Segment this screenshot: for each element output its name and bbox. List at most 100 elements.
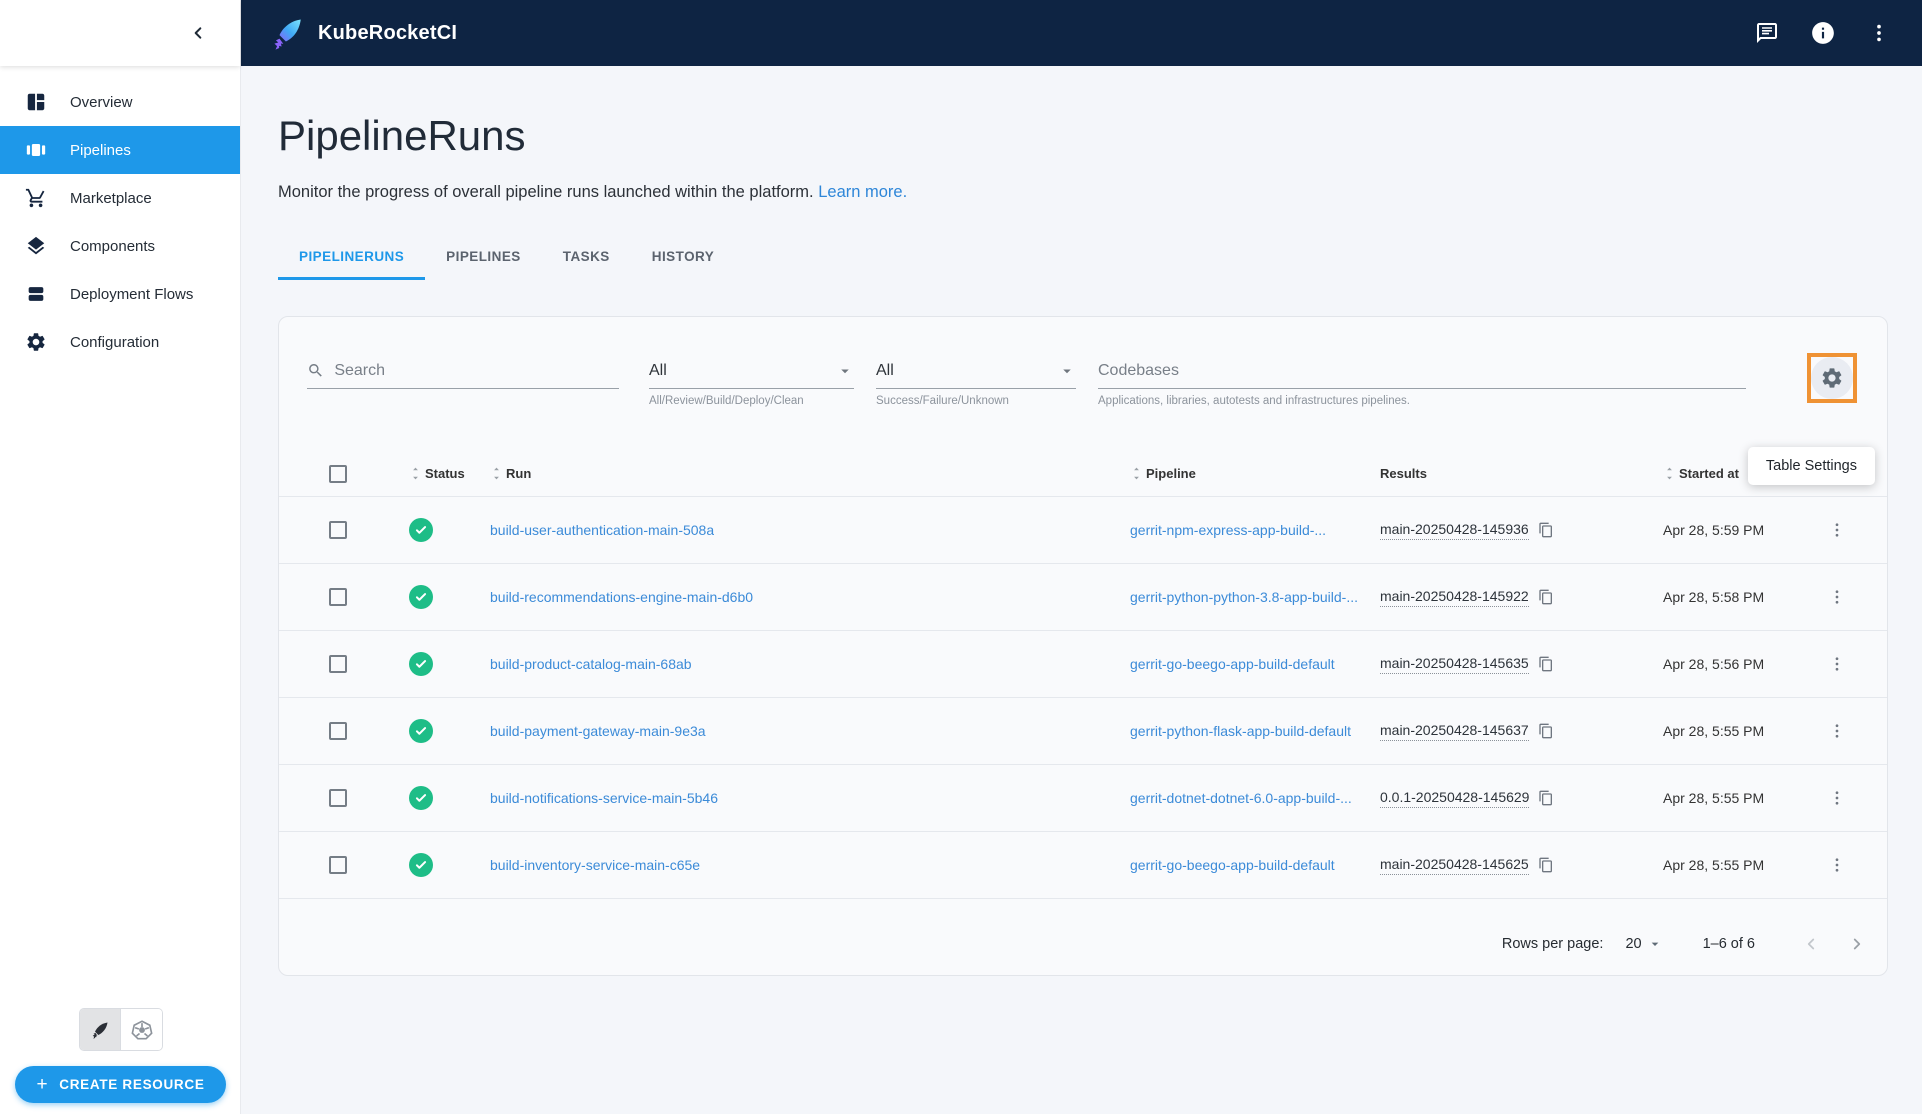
chevron-down-icon <box>1651 942 1658 946</box>
tab-pipelines[interactable]: PIPELINES <box>425 237 542 280</box>
result-value[interactable]: main-20250428-145637 <box>1380 722 1529 741</box>
copy-icon[interactable] <box>1538 790 1554 806</box>
row-checkbox[interactable] <box>329 856 347 874</box>
success-status-icon <box>409 518 433 542</box>
run-link[interactable]: build-notifications-service-main-5b46 <box>490 790 718 806</box>
sort-run-button[interactable] <box>490 466 503 481</box>
row-checkbox[interactable] <box>329 655 347 673</box>
pagination-range: 1–6 of 6 <box>1702 936 1755 952</box>
sidebar-item-label: Overview <box>70 93 133 111</box>
run-link[interactable]: build-product-catalog-main-68ab <box>490 656 692 672</box>
started-at-value: Apr 28, 5:55 PM <box>1663 857 1765 873</box>
row-checkbox[interactable] <box>329 722 347 740</box>
pipeline-link[interactable]: gerrit-npm-express-app-build-... <box>1130 522 1326 538</box>
feedback-button[interactable] <box>1754 20 1780 46</box>
sidebar-item-label: Components <box>70 237 156 255</box>
sidebar-item-marketplace[interactable]: Marketplace <box>0 174 240 222</box>
table-settings-button[interactable] <box>1811 357 1853 399</box>
sort-pipeline-button[interactable] <box>1130 466 1143 481</box>
sidebar-item-label: Deployment Flows <box>70 285 194 303</box>
result-value[interactable]: main-20250428-145635 <box>1380 655 1529 674</box>
row-checkbox[interactable] <box>329 588 347 606</box>
rocket-toggle-button[interactable] <box>80 1009 121 1050</box>
codebases-input[interactable] <box>1098 361 1746 380</box>
row-checkbox[interactable] <box>329 789 347 807</box>
copy-icon[interactable] <box>1538 589 1554 605</box>
create-resource-button[interactable]: + CREATE RESOURCE <box>15 1066 226 1103</box>
overflow-menu-button[interactable] <box>1866 20 1892 46</box>
app-title: KubeRocketCI <box>318 21 458 44</box>
search-field <box>307 353 619 403</box>
tab-tasks[interactable]: TASKS <box>542 237 631 280</box>
pipeline-link[interactable]: gerrit-dotnet-dotnet-6.0-app-build-... <box>1130 790 1352 806</box>
next-page-button[interactable] <box>1843 930 1871 958</box>
sidebar-header <box>0 0 240 66</box>
sidebar: Overview Pipelines Marketplace Component… <box>0 0 241 1114</box>
rocket-icon <box>92 1022 108 1039</box>
pipeline-link[interactable]: gerrit-go-beego-app-build-default <box>1130 656 1335 672</box>
status-select[interactable]: All Success/Failure/Unknown <box>876 353 1076 407</box>
sidebar-collapse-button[interactable] <box>184 19 212 47</box>
gear-icon <box>1822 368 1842 388</box>
row-actions-button[interactable] <box>1828 856 1846 874</box>
row-actions-button[interactable] <box>1828 789 1846 807</box>
learn-more-link[interactable]: Learn more. <box>818 183 907 201</box>
copy-icon[interactable] <box>1538 723 1554 739</box>
pipeline-link[interactable]: gerrit-python-python-3.8-app-build-... <box>1130 589 1358 605</box>
copy-icon[interactable] <box>1538 522 1554 538</box>
result-value[interactable]: main-20250428-145625 <box>1380 856 1529 875</box>
table-pagination: Rows per page: 20 1–6 of 6 <box>1502 919 1871 969</box>
main-content: PipelineRuns Monitor the progress of ove… <box>241 66 1922 1114</box>
result-value[interactable]: main-20250428-145922 <box>1380 588 1529 607</box>
row-actions-button[interactable] <box>1828 722 1846 740</box>
row-checkbox[interactable] <box>329 521 347 539</box>
pipeline-link[interactable]: gerrit-python-flask-app-build-default <box>1130 723 1351 739</box>
success-status-icon <box>409 719 433 743</box>
status-select-value: All <box>876 361 894 379</box>
previous-page-button[interactable] <box>1797 930 1825 958</box>
info-button[interactable] <box>1810 20 1836 46</box>
filter-bar: All All/Review/Build/Deploy/Clean All Su… <box>279 317 1887 485</box>
result-value[interactable]: 0.0.1-20250428-145629 <box>1380 789 1530 808</box>
sidebar-item-deployment-flows[interactable]: Deployment Flows <box>0 270 240 318</box>
rows-per-page-value: 20 <box>1625 936 1642 952</box>
sidebar-item-components[interactable]: Components <box>0 222 240 270</box>
dashboard-icon <box>25 91 47 113</box>
kubernetes-toggle-button[interactable] <box>121 1009 162 1050</box>
pipeline-link[interactable]: gerrit-go-beego-app-build-default <box>1130 857 1335 873</box>
run-link[interactable]: build-user-authentication-main-508a <box>490 522 714 538</box>
copy-icon[interactable] <box>1538 656 1554 672</box>
column-header-results: Results <box>1380 466 1427 481</box>
started-at-value: Apr 28, 5:55 PM <box>1663 723 1765 739</box>
plus-icon: + <box>36 1074 49 1095</box>
cluster-toggle-group <box>79 1008 163 1051</box>
column-header-run: Run <box>506 466 532 481</box>
sidebar-item-overview[interactable]: Overview <box>0 78 240 126</box>
top-app-bar: KubeRocketCI <box>241 0 1922 66</box>
success-status-icon <box>409 853 433 877</box>
search-input[interactable] <box>334 361 619 380</box>
tab-history[interactable]: HISTORY <box>631 237 735 280</box>
started-at-value: Apr 28, 5:56 PM <box>1663 656 1765 672</box>
table-row: build-user-authentication-main-508a gerr… <box>279 497 1887 564</box>
copy-icon[interactable] <box>1538 857 1554 873</box>
row-actions-button[interactable] <box>1828 655 1846 673</box>
column-header-pipeline: Pipeline <box>1146 466 1196 481</box>
pipelineruns-card: All All/Review/Build/Deploy/Clean All Su… <box>278 316 1888 976</box>
rows-per-page-select[interactable]: 20 <box>1625 936 1662 952</box>
tab-pipelineruns[interactable]: PIPELINERUNS <box>278 237 426 280</box>
started-at-value: Apr 28, 5:55 PM <box>1663 790 1765 806</box>
sidebar-item-pipelines[interactable]: Pipelines <box>0 126 240 174</box>
run-link[interactable]: build-inventory-service-main-c65e <box>490 857 700 873</box>
row-actions-button[interactable] <box>1828 521 1846 539</box>
sort-started-button[interactable] <box>1663 466 1676 481</box>
sidebar-item-configuration[interactable]: Configuration <box>0 318 240 366</box>
sort-status-button[interactable] <box>409 466 422 481</box>
run-link[interactable]: build-recommendations-engine-main-d6b0 <box>490 589 753 605</box>
select-all-checkbox[interactable] <box>329 464 347 483</box>
result-value[interactable]: main-20250428-145936 <box>1380 521 1529 540</box>
run-link[interactable]: build-payment-gateway-main-9e3a <box>490 723 706 739</box>
chevron-left-icon <box>194 27 202 39</box>
row-actions-button[interactable] <box>1828 588 1846 606</box>
pipeline-type-select[interactable]: All All/Review/Build/Deploy/Clean <box>649 353 854 407</box>
